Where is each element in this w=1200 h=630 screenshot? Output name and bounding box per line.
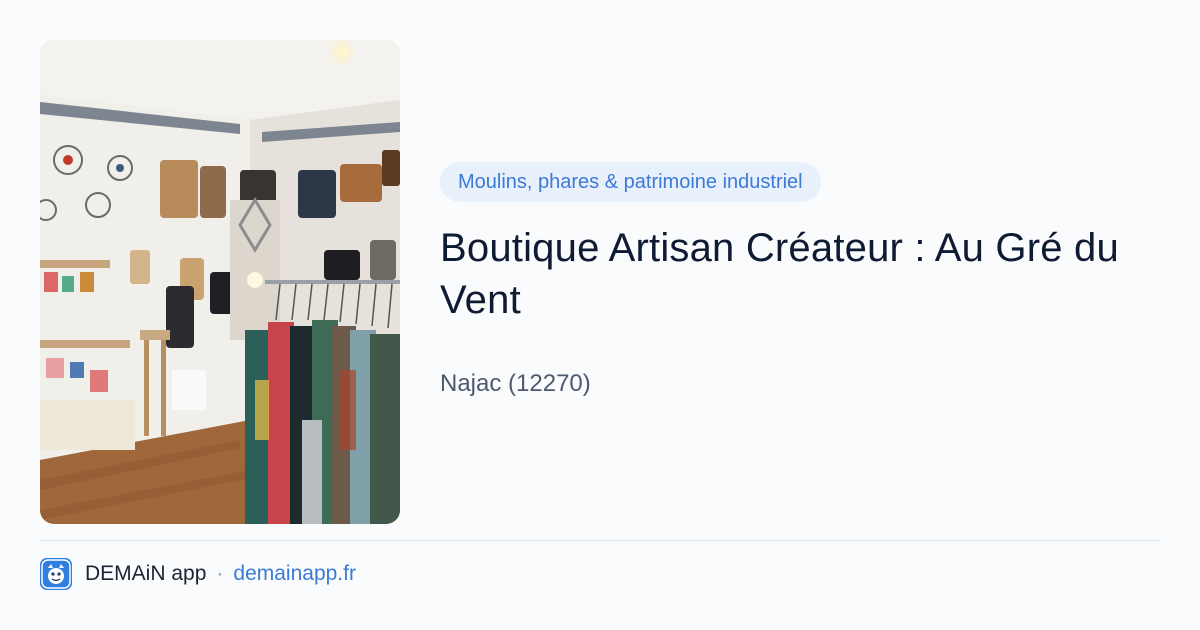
- footer-separator: ·: [216, 562, 224, 585]
- footer: DEMAiN app · demainapp.fr: [40, 558, 356, 590]
- place-location: Najac (12270): [440, 370, 591, 397]
- app-name: DEMAiN app: [85, 562, 207, 585]
- category-chip[interactable]: Moulins, phares & patrimoine industriel: [440, 162, 821, 202]
- footer-divider: [40, 540, 1160, 541]
- app-domain-link[interactable]: demainapp.fr: [233, 562, 356, 586]
- place-details: Moulins, phares & patrimoine industriel …: [440, 162, 1160, 398]
- place-photo[interactable]: [40, 40, 400, 524]
- place-title: Boutique Artisan Créateur : Au Gré du Ve…: [440, 226, 1119, 322]
- demain-app-icon[interactable]: [40, 558, 72, 590]
- boutique-interior-image: [40, 40, 400, 524]
